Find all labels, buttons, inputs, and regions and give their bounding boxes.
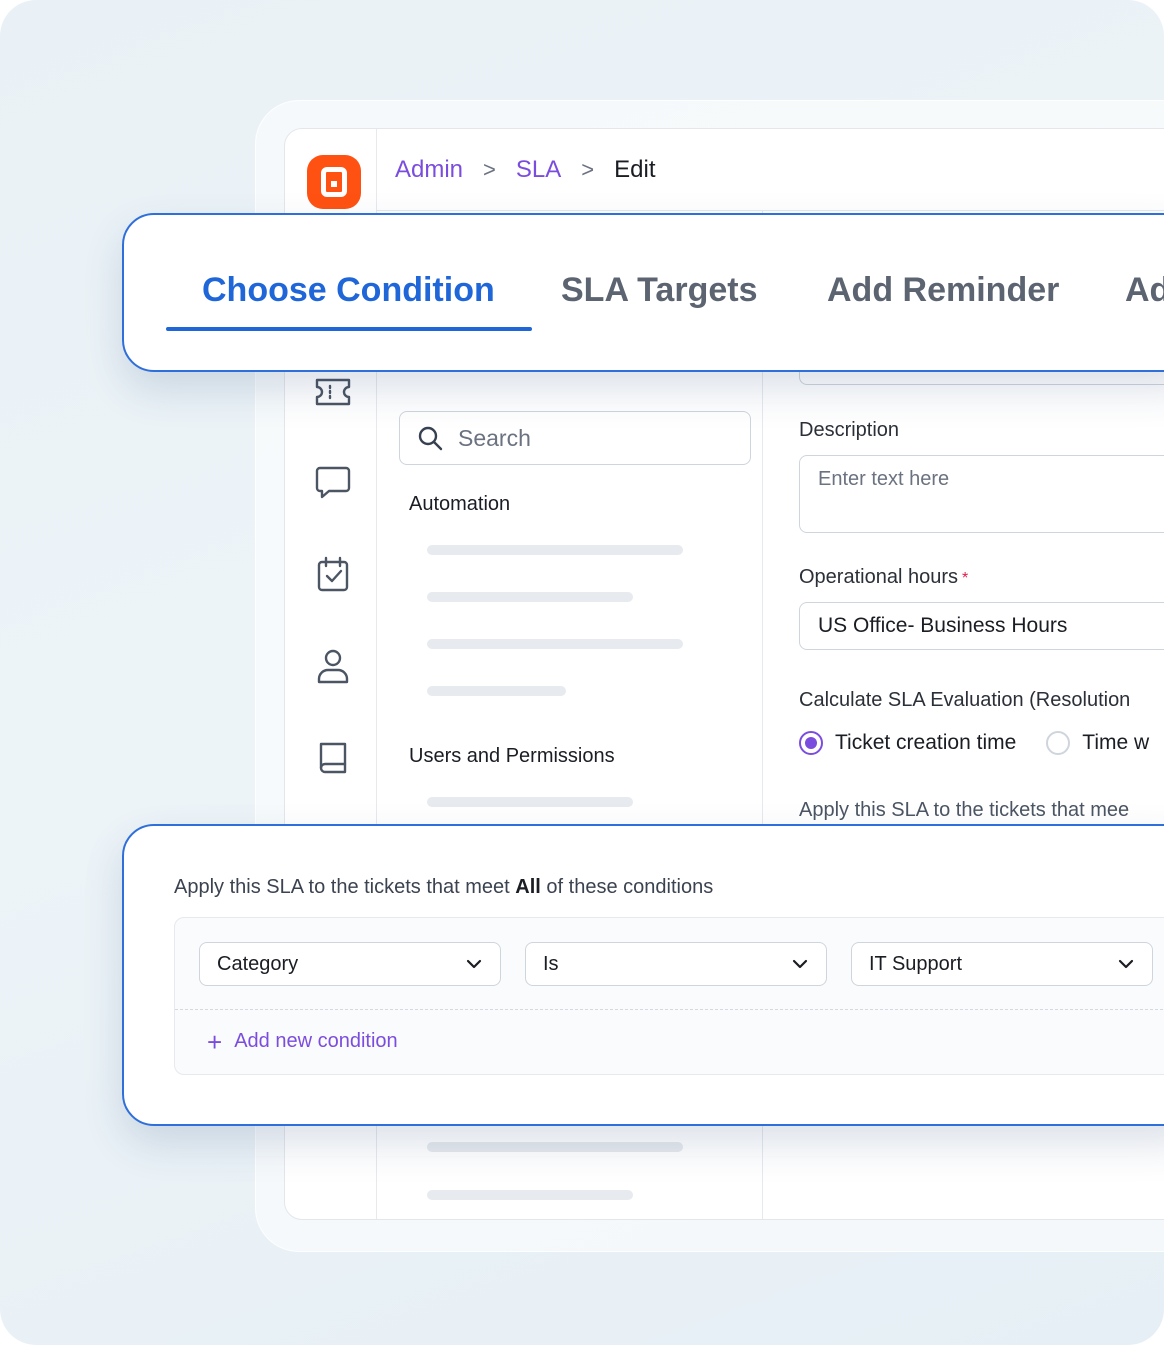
conditions-heading-match-type: All xyxy=(515,876,541,898)
chevron-down-icon xyxy=(466,959,482,969)
chat-icon[interactable] xyxy=(313,462,353,502)
active-tab-indicator xyxy=(166,327,532,331)
brand-logo[interactable] xyxy=(307,155,361,209)
book-icon[interactable] xyxy=(313,738,353,778)
add-condition-button[interactable]: + Add new condition xyxy=(207,1026,398,1057)
skeleton-line xyxy=(427,1142,683,1152)
conditions-intro-text: Apply this SLA to the tickets that mee xyxy=(799,799,1130,821)
radio-time-option[interactable] xyxy=(1046,731,1071,755)
evaluation-label: Calculate SLA Evaluation (Resolution xyxy=(799,689,1131,711)
tab-choose-condition[interactable]: Choose Condition xyxy=(202,271,495,310)
conditions-card: Apply this SLA to the tickets that meet … xyxy=(122,824,1164,1126)
evaluation-radio-group: Ticket creation time Time w xyxy=(799,731,1149,755)
radio-ticket-creation-time[interactable] xyxy=(799,731,823,755)
breadcrumb-current: Edit xyxy=(614,155,656,183)
calendar-check-icon[interactable] xyxy=(313,554,353,594)
description-textarea[interactable]: Enter text here xyxy=(799,455,1164,533)
section-title-users-permissions: Users and Permissions xyxy=(409,745,615,767)
breadcrumb-sla[interactable]: SLA xyxy=(516,156,561,184)
condition-group: Category Is IT Support + Add new conditi… xyxy=(174,917,1164,1075)
condition-divider xyxy=(175,1009,1164,1010)
breadcrumb: Admin > SLA > Edit xyxy=(377,129,1164,211)
condition-value-select[interactable]: IT Support xyxy=(851,942,1153,986)
logo-mark-icon xyxy=(321,167,347,197)
add-condition-label: Add new condition xyxy=(234,1030,398,1052)
skeleton-line xyxy=(427,592,633,602)
breadcrumb-admin[interactable]: Admin xyxy=(395,156,463,184)
required-marker: * xyxy=(961,570,969,587)
operational-hours-value: US Office- Business Hours xyxy=(818,614,1068,637)
skeleton-line xyxy=(427,639,683,649)
radio-label-time-option: Time w xyxy=(1082,731,1150,754)
description-placeholder: Enter text here xyxy=(818,468,950,490)
skeleton-line xyxy=(427,686,566,696)
user-icon[interactable] xyxy=(313,646,353,686)
search-placeholder: Search xyxy=(458,424,531,451)
condition-field-select[interactable]: Category xyxy=(199,942,501,986)
operational-hours-select[interactable]: US Office- Business Hours xyxy=(799,602,1164,650)
tab-sla-targets[interactable]: SLA Targets xyxy=(561,271,757,310)
condition-field-value: Category xyxy=(217,952,299,975)
breadcrumb-separator-icon: > xyxy=(483,156,496,182)
conditions-heading-prefix: Apply this SLA to the tickets that meet xyxy=(174,876,510,898)
conditions-heading-suffix: of these conditions xyxy=(546,876,714,898)
radio-label-ticket-creation-time: Ticket creation time xyxy=(835,731,1017,754)
section-title-automation: Automation xyxy=(409,493,511,515)
search-icon xyxy=(418,426,443,451)
breadcrumb-separator-icon: > xyxy=(581,156,595,182)
condition-operator-select[interactable]: Is xyxy=(525,942,827,986)
skeleton-line xyxy=(427,797,633,807)
tabs-card: Choose Condition SLA Targets Add Reminde… xyxy=(122,213,1164,372)
operational-hours-label: Operational hours * xyxy=(799,566,968,589)
skeleton-line xyxy=(427,1190,633,1200)
skeleton-line xyxy=(427,545,683,555)
tab-add-reminder[interactable]: Add Reminder xyxy=(827,271,1059,310)
chevron-down-icon xyxy=(792,959,808,969)
ticket-icon[interactable] xyxy=(313,372,353,412)
chevron-down-icon xyxy=(1118,959,1134,969)
plus-icon: + xyxy=(207,1026,223,1057)
condition-operator-value: Is xyxy=(543,952,559,975)
description-label: Description xyxy=(799,419,900,441)
operational-hours-label-text: Operational hours xyxy=(799,566,958,588)
condition-value-value: IT Support xyxy=(869,952,963,975)
tab-add-more[interactable]: Ad xyxy=(1125,271,1164,310)
conditions-heading: Apply this SLA to the tickets that meet … xyxy=(174,876,713,899)
search-input[interactable]: Search xyxy=(399,411,751,465)
